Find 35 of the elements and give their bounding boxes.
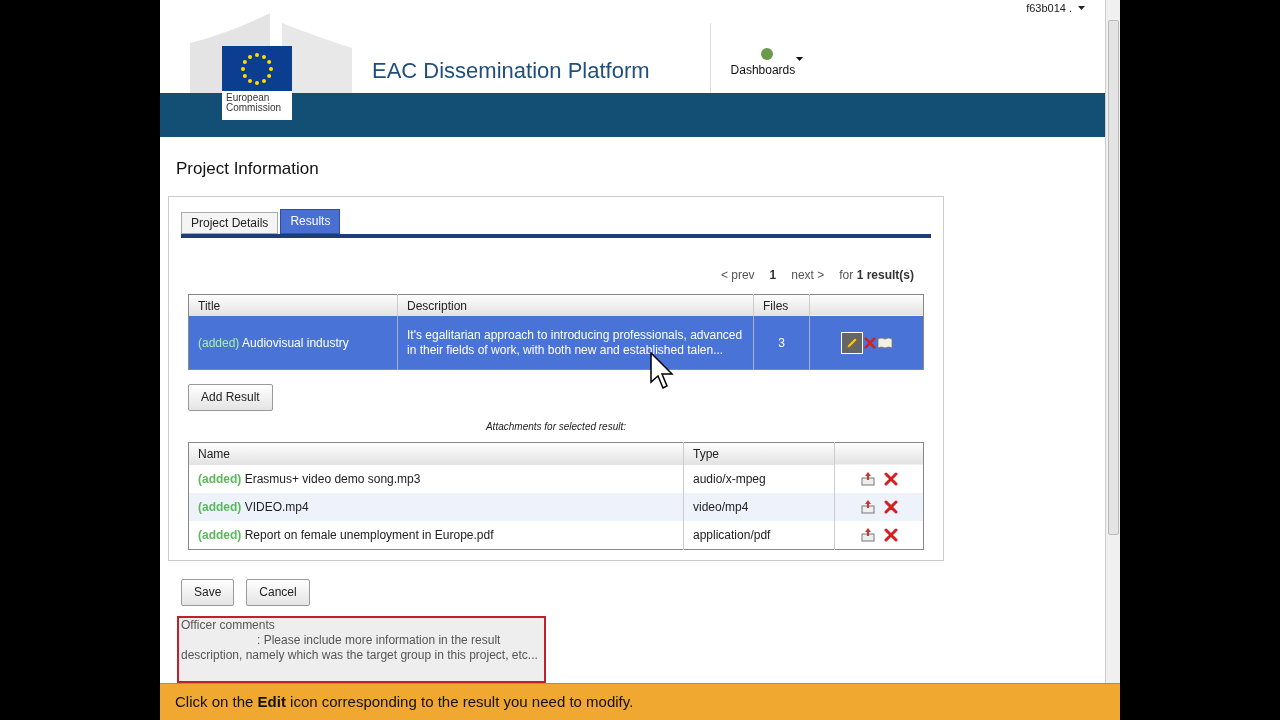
tab[interactable]: Results <box>280 208 341 234</box>
hint-text: Click on the Edit icon corresponding to the result you need to modify. <box>175 691 634 712</box>
upload-icon[interactable] <box>860 471 876 488</box>
table-cell: 3 <box>753 316 810 370</box>
upload-icon[interactable] <box>860 499 876 516</box>
result-count: for 1 result(s) <box>839 266 914 284</box>
table-cell: application/pdf <box>683 521 835 550</box>
delete-icon[interactable] <box>884 472 898 487</box>
dashboards-menu[interactable]: Dashboards <box>730 60 804 79</box>
page-title: Project Information <box>176 158 320 181</box>
stars-icon <box>239 51 275 88</box>
attachments-caption: Attachments for selected result: <box>485 419 627 434</box>
form-button[interactable]: Cancel <box>246 578 310 606</box>
add-result-button[interactable]: Add Result <box>188 383 273 411</box>
user-menu[interactable]: f63b014 . <box>1026 4 1085 12</box>
book-icon[interactable] <box>876 336 893 349</box>
comments-label: Officer comments <box>181 617 276 633</box>
form-button[interactable]: Save <box>181 578 235 606</box>
prev-link[interactable]: < prev <box>720 265 755 284</box>
delete-icon[interactable] <box>884 500 898 515</box>
delete-icon[interactable] <box>884 528 898 542</box>
caret-icon <box>1078 6 1085 10</box>
pencil-icon[interactable] <box>844 335 859 350</box>
comments-text: : Please include more information in the result description, namely which was the target group in this project, etc... <box>181 632 539 663</box>
org-label: European Commission <box>222 90 292 120</box>
cursor-icon <box>650 352 674 390</box>
table-cell: (added) Report on female unemployment in Europe.pdf <box>188 521 684 550</box>
next-link[interactable]: next > <box>791 265 825 284</box>
page-number: 1 <box>769 266 777 284</box>
tab[interactable]: Project Details <box>181 211 279 234</box>
upload-icon[interactable] <box>860 527 876 543</box>
platform-title: EAC Dissemination Platform <box>372 56 650 85</box>
table-cell: (added) Audiovisual industry <box>188 316 398 370</box>
caret-icon <box>796 56 804 61</box>
result-row[interactable]: (added) Audiovisual industry It's egalitarian approach to introducing professionals, advanced in their fields of work, with both new and established talen... 3 <box>188 316 924 370</box>
